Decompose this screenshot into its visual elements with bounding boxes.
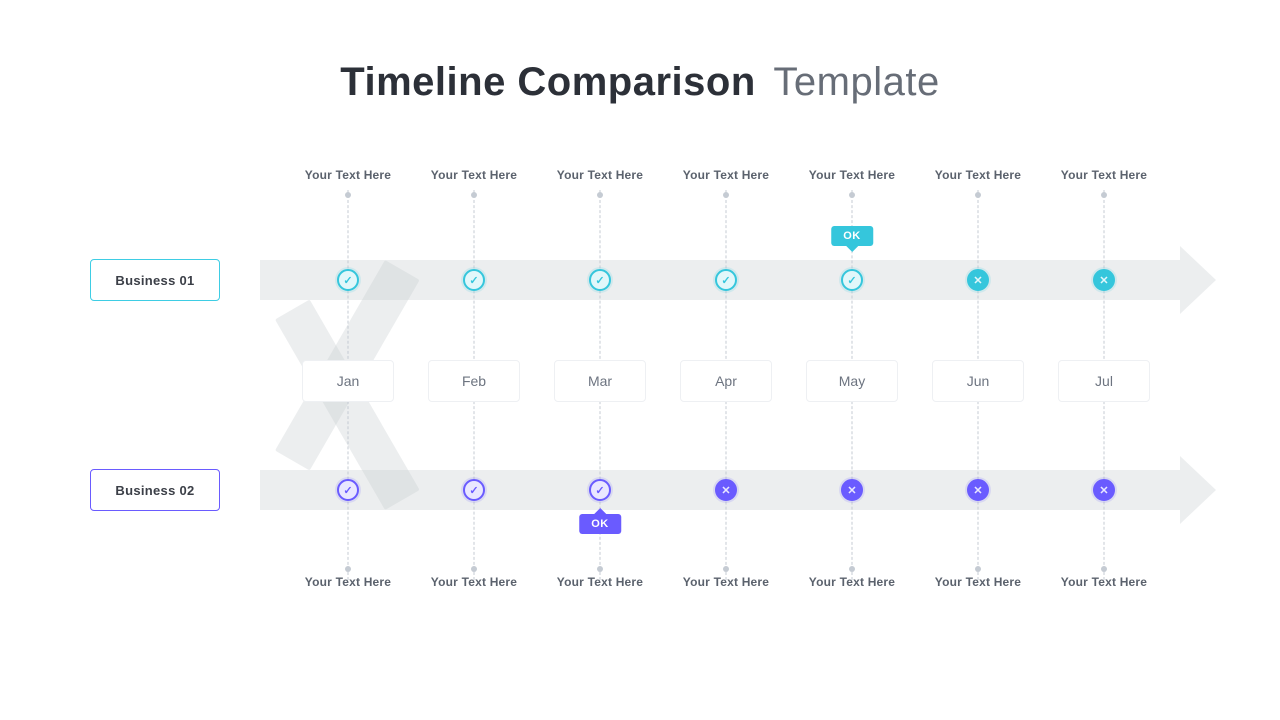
month-label: Jul: [1058, 360, 1150, 402]
dot-marker: [975, 192, 981, 198]
page-title: Timeline Comparison Template: [0, 60, 1280, 105]
tooltip-ok-top: OK: [831, 226, 873, 246]
status-node-check: ✓: [463, 479, 485, 501]
status-node-check: ✓: [463, 269, 485, 291]
status-node-cross: ✕: [715, 479, 737, 501]
timeline-column: Your Text Here ✓ Mar ✓ OK Your Text Here: [537, 150, 663, 670]
timeline-column: Your Text Here ✓ OK May ✕ Your Text Here: [789, 150, 915, 670]
dot-marker: [345, 192, 351, 198]
top-annotation-label: Your Text Here: [285, 168, 411, 182]
dot-marker: [345, 566, 351, 572]
timeline-stage: Business 01 Business 02 Your Text Here ✓ J…: [90, 150, 1200, 670]
status-node-check: ✓: [841, 269, 863, 291]
dot-marker: [849, 192, 855, 198]
timeline-columns: Your Text Here✓Jan✓Your Text HereYour Te…: [285, 150, 1165, 670]
bottom-annotation-label: Your Text Here: [1041, 575, 1167, 589]
dot-marker: [597, 192, 603, 198]
status-node-check: ✓: [337, 479, 359, 501]
timeline-column: Your Text Here ✓ Feb ✓ Your Text Here: [411, 150, 537, 670]
top-annotation-label: Your Text Here: [915, 168, 1041, 182]
dot-marker: [975, 566, 981, 572]
dot-marker: [849, 566, 855, 572]
dot-marker: [1101, 192, 1107, 198]
status-node-cross: ✕: [1093, 269, 1115, 291]
month-label: Jan: [302, 360, 394, 402]
month-label: Feb: [428, 360, 520, 402]
status-node-cross: ✕: [1093, 479, 1115, 501]
bottom-annotation-label: Your Text Here: [915, 575, 1041, 589]
dot-marker: [471, 566, 477, 572]
title-light: Template: [773, 60, 939, 104]
bottom-annotation-label: Your Text Here: [663, 575, 789, 589]
status-node-check: ✓: [337, 269, 359, 291]
dot-marker: [471, 192, 477, 198]
timeline-column: Your Text Here ✕ Jun ✕ Your Text Here: [915, 150, 1041, 670]
business-2-label: Business 02: [90, 469, 220, 511]
month-label: Jun: [932, 360, 1024, 402]
status-node-cross: ✕: [967, 479, 989, 501]
top-annotation-label: Your Text Here: [789, 168, 915, 182]
business-1-label: Business 01: [90, 259, 220, 301]
bottom-annotation-label: Your Text Here: [537, 575, 663, 589]
bottom-annotation-label: Your Text Here: [411, 575, 537, 589]
top-annotation-label: Your Text Here: [411, 168, 537, 182]
dot-marker: [723, 566, 729, 572]
status-node-check: ✓: [589, 479, 611, 501]
title-bold: Timeline Comparison: [340, 60, 756, 104]
bottom-annotation-label: Your Text Here: [789, 575, 915, 589]
top-annotation-label: Your Text Here: [663, 168, 789, 182]
top-annotation-label: Your Text Here: [537, 168, 663, 182]
month-label: Apr: [680, 360, 772, 402]
timeline-column: Your Text Here ✓ Apr ✕ Your Text Here: [663, 150, 789, 670]
status-node-check: ✓: [715, 269, 737, 291]
timeline-column: Your Text Here ✕ Jul ✕ Your Text Here: [1041, 150, 1167, 670]
dot-marker: [1101, 566, 1107, 572]
status-node-cross: ✕: [841, 479, 863, 501]
timeline-column: Your Text Here ✓ Jan ✓ Your Text Here: [285, 150, 411, 670]
tooltip-ok-bottom: OK: [579, 514, 621, 534]
month-label: Mar: [554, 360, 646, 402]
status-node-check: ✓: [589, 269, 611, 291]
top-annotation-label: Your Text Here: [1041, 168, 1167, 182]
dot-marker: [597, 566, 603, 572]
bottom-annotation-label: Your Text Here: [285, 575, 411, 589]
dot-marker: [723, 192, 729, 198]
month-label: May: [806, 360, 898, 402]
status-node-cross: ✕: [967, 269, 989, 291]
